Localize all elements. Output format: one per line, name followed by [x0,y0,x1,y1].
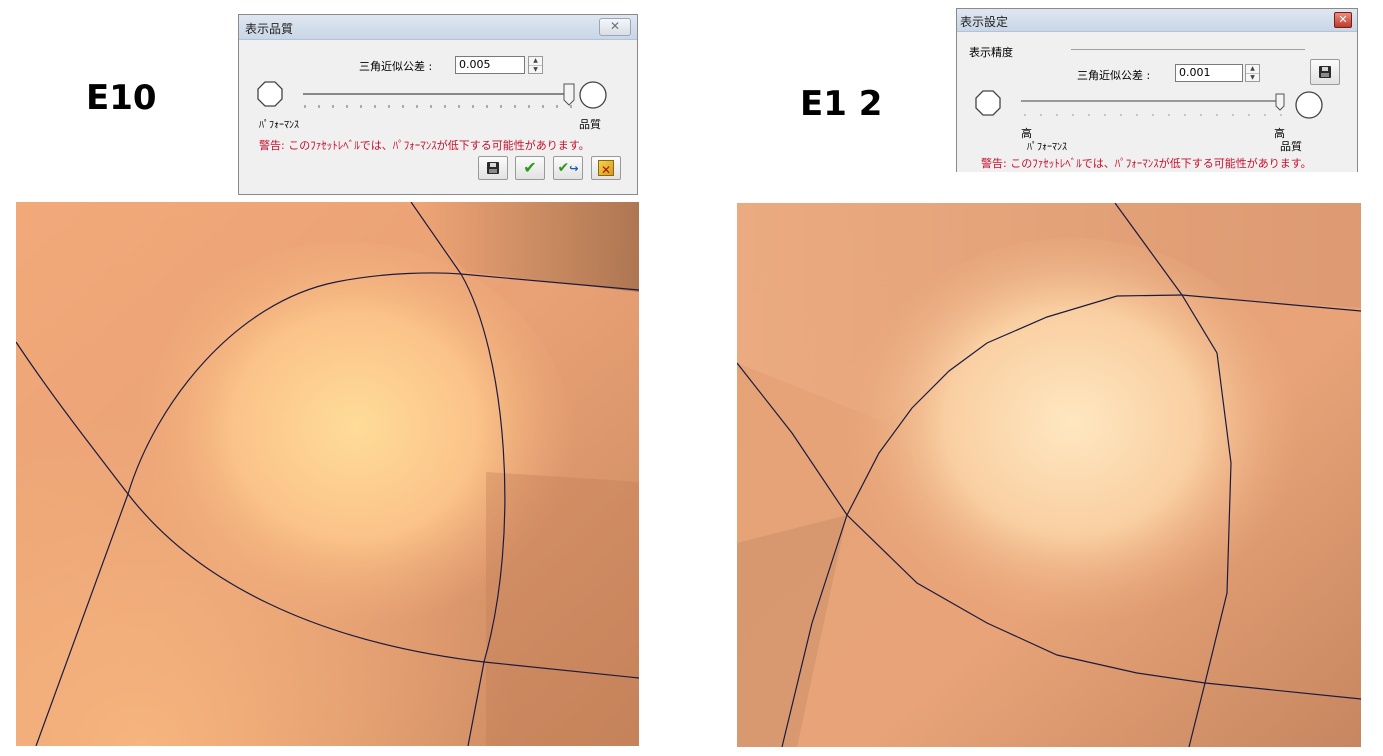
tolerance-label: 三角近似公差 : [359,60,433,73]
tolerance-input[interactable]: 0.005 [455,56,525,74]
slider-ticks [1024,114,1282,116]
apply-icon: ✔↪ [557,160,579,176]
warning-text: 警告: このﾌｧｾｯﾄﾚﾍﾞﾙでは、ﾊﾟﾌｫｰﾏﾝｽが低下する可能性があります。 [981,157,1312,170]
slider-thumb [1275,93,1285,111]
quality-label: 品質 [1280,140,1302,153]
quality-slider[interactable] [975,90,1337,126]
dialog-titlebar: 表示品質 ✕ [239,15,637,40]
cancel-icon: ✕ [592,157,620,179]
display-quality-dialog: 表示品質 ✕ 三角近似公差 : 0.005 ▲ ▼ ﾊﾟﾌｫｰﾏﾝｽ 品質 警告… [238,14,638,195]
save-icon [1311,60,1339,84]
spin-up-icon[interactable]: ▲ [529,57,542,65]
performance-octagon-icon [975,90,1001,116]
quality-circle-icon [1295,91,1323,119]
performance-octagon-icon [257,81,283,107]
dialog-title: 表示品質 [245,22,294,36]
spin-down-icon[interactable]: ▼ [1246,73,1259,82]
tolerance-spinner[interactable]: ▲ ▼ [528,56,543,74]
performance-label: ﾊﾟﾌｫｰﾏﾝｽ [259,120,299,131]
slider-ticks [304,105,572,108]
version-label-e10: E10 [86,78,157,118]
render-viewport-e12[interactable] [737,203,1361,747]
spin-up-icon[interactable]: ▲ [1246,65,1259,73]
close-icon[interactable]: ✕ [599,18,631,36]
save-icon [479,157,507,179]
render-viewport-e10[interactable] [16,202,639,746]
apply-button[interactable]: ✔↪ [553,156,583,180]
quality-label: 品質 [579,118,601,131]
dialog-title: 表示設定 [960,15,1009,29]
quality-slider[interactable] [257,81,619,125]
dialog-titlebar: 表示設定 ✕ [957,9,1357,32]
version-label-e12: E1 2 [800,84,883,124]
save-button[interactable] [1310,59,1340,85]
display-settings-dialog: 表示設定 ✕ 表示精度 三角近似公差 : 0.001 ▲ ▼ 高 ﾊﾟﾌｫｰﾏﾝ… [956,8,1358,172]
tolerance-label: 三角近似公差 : [1077,69,1151,82]
tolerance-spinner[interactable]: ▲ ▼ [1245,64,1260,82]
save-button[interactable] [478,156,508,180]
section-label: 表示精度 [969,46,1013,59]
tolerance-input[interactable]: 0.001 [1175,64,1243,82]
cancel-button[interactable]: ✕ [591,156,621,180]
ok-button[interactable]: ✔ [515,156,545,180]
slider-thumb [563,83,575,106]
spin-down-icon[interactable]: ▼ [529,65,542,74]
quality-circle-icon [579,81,607,109]
checkmark-icon: ✔ [523,158,537,177]
rendered-surface-e10 [16,202,639,746]
close-icon[interactable]: ✕ [1334,12,1352,28]
performance-label: ﾊﾟﾌｫｰﾏﾝｽ [1027,142,1067,153]
section-divider [1071,49,1305,50]
warning-text: 警告: このﾌｧｾｯﾄﾚﾍﾞﾙでは、ﾊﾟﾌｫｰﾏﾝｽが低下する可能性があります。 [259,139,590,152]
rendered-surface-e12 [737,203,1361,747]
